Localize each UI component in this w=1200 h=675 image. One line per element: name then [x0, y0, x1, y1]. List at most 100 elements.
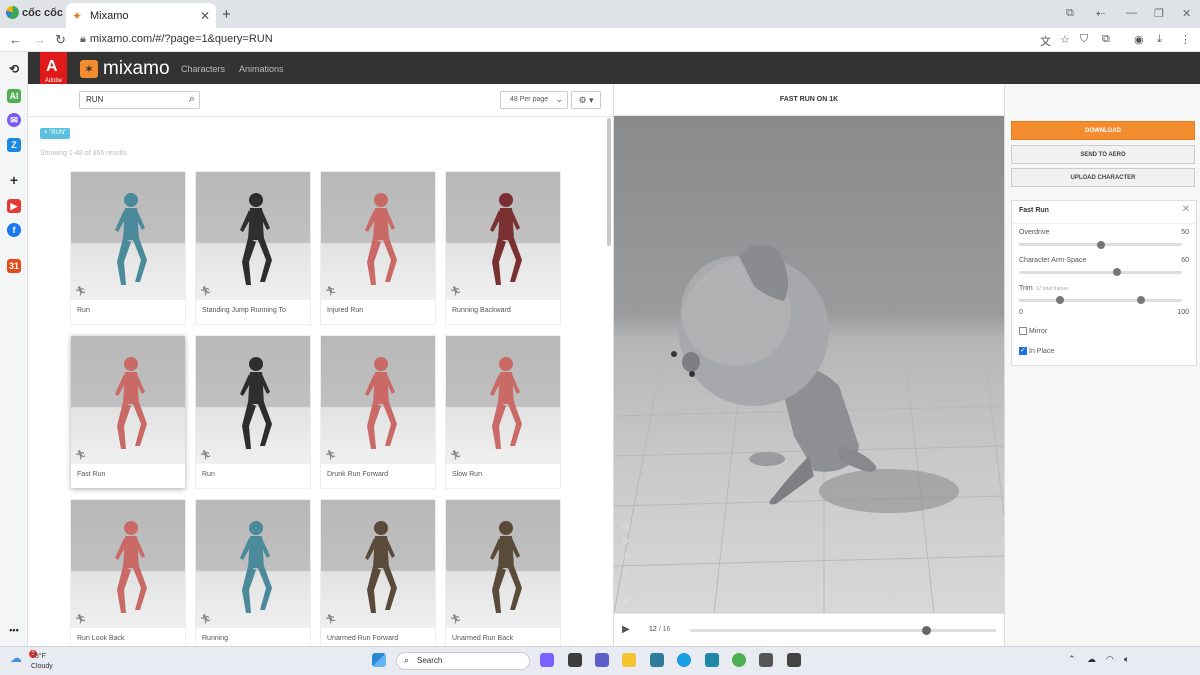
- back-forward-cache-icon[interactable]: ⇠: [1096, 7, 1105, 20]
- running-figure-icon: 🏃︎: [450, 286, 462, 296]
- pan-icon[interactable]: ✛: [622, 551, 636, 562]
- nav-animations[interactable]: Animations: [239, 64, 284, 74]
- light-icon[interactable]: ◌: [622, 581, 636, 591]
- animation-card[interactable]: 🏃︎ Slow Run: [446, 336, 560, 488]
- trim-end-handle[interactable]: [1137, 296, 1146, 304]
- teams-icon[interactable]: [595, 653, 609, 667]
- reload-icon[interactable]: ↻: [55, 32, 66, 48]
- results-scrollbar-thumb[interactable]: [607, 118, 611, 246]
- send-to-aero-button[interactable]: SEND TO AERO: [1011, 145, 1195, 164]
- profile-icon[interactable]: ◉: [1134, 33, 1144, 46]
- wifi-icon[interactable]: ◠: [1106, 654, 1114, 665]
- shield-icon[interactable]: ⛉: [1080, 33, 1088, 46]
- trim-start-handle[interactable]: [1055, 296, 1064, 304]
- animation-card[interactable]: 🏃︎ Fast Run: [71, 336, 185, 488]
- animation-card[interactable]: 🏃︎ Injured Run: [321, 172, 435, 324]
- window-close-icon[interactable]: ✕: [1182, 7, 1191, 20]
- animation-card[interactable]: 🏃︎ Unarmed Run Back: [446, 500, 560, 646]
- timeline-track[interactable]: [690, 629, 996, 632]
- search-input[interactable]: RUN ⌕: [79, 91, 200, 109]
- history-icon[interactable]: ⟲: [7, 62, 21, 76]
- in-place-checkbox[interactable]: ✓: [1019, 347, 1027, 355]
- character-figure: [490, 193, 522, 285]
- animation-card[interactable]: 🏃︎ Running: [196, 500, 310, 646]
- settings-dropdown[interactable]: ⚙ ▾: [571, 91, 601, 109]
- start-icon[interactable]: [372, 653, 386, 667]
- 3d-viewport[interactable]: ◍ ⟳ ✛ ⊕ ◌ ▣: [614, 116, 1004, 613]
- close-tab-icon[interactable]: ✕: [200, 9, 210, 23]
- animation-card[interactable]: 🏃︎ Run: [196, 336, 310, 488]
- trim-label-text: Trim: [1019, 285, 1033, 292]
- timeline-handle[interactable]: [921, 626, 931, 635]
- animation-card[interactable]: 🏃︎ Standing Jump Running To: [196, 172, 310, 324]
- facebook-icon[interactable]: f: [7, 223, 21, 237]
- close-icon[interactable]: ✕: [1182, 204, 1190, 215]
- mixamo-logo-text: mixamo: [103, 58, 170, 79]
- overdrive-slider-handle[interactable]: [1096, 241, 1105, 249]
- animation-card-label: Running: [202, 635, 229, 642]
- animation-card[interactable]: 🏃︎ Drunk Run Forward: [321, 336, 435, 488]
- download-icon[interactable]: ⤓: [1157, 33, 1162, 46]
- per-page-select[interactable]: 48 Per page ⌄: [500, 91, 568, 109]
- add-app-icon[interactable]: +: [7, 173, 21, 187]
- camera-icon[interactable]: ▣: [622, 595, 636, 606]
- animation-card[interactable]: 🏃︎ Unarmed Run Forward: [321, 500, 435, 646]
- upload-character-button[interactable]: UPLOAD CHARACTER: [1011, 168, 1195, 187]
- bookmark-star-icon[interactable]: ☆: [1060, 33, 1070, 46]
- animation-card[interactable]: 🏃︎ Run: [71, 172, 185, 324]
- browser-brand: cốc cốc: [6, 6, 63, 19]
- youtube-icon[interactable]: ▶: [7, 199, 21, 213]
- translate-icon[interactable]: 文: [1040, 33, 1051, 49]
- new-tab-icon[interactable]: +: [222, 6, 231, 23]
- url-field[interactable]: 🔒︎ mixamo.com/#/?page=1&query=RUN: [80, 33, 273, 46]
- ai-icon[interactable]: AI: [7, 89, 21, 103]
- store-icon[interactable]: [650, 653, 664, 667]
- character-figure: [240, 357, 272, 449]
- tray-chevron-icon[interactable]: ⌃: [1068, 654, 1076, 665]
- edge-icon[interactable]: [677, 653, 691, 667]
- volume-icon[interactable]: 🔈︎: [1124, 654, 1129, 665]
- back-icon[interactable]: ←: [9, 32, 22, 47]
- unity-icon[interactable]: [759, 653, 773, 667]
- trim-slider[interactable]: [1019, 299, 1182, 302]
- play-icon[interactable]: ▶: [622, 624, 630, 635]
- rotate-icon[interactable]: ⟳: [622, 536, 636, 547]
- coccoc-taskbar-icon[interactable]: [732, 653, 746, 667]
- onedrive-icon[interactable]: ☁: [1087, 654, 1096, 665]
- restore-icon[interactable]: ❐: [1154, 7, 1164, 20]
- arm-space-slider-handle[interactable]: [1112, 268, 1121, 276]
- mixamo-logo[interactable]: ✶ mixamo: [80, 58, 170, 80]
- forward-icon[interactable]: →: [33, 32, 46, 47]
- trim-note: 17 total frames: [1035, 286, 1069, 292]
- download-button[interactable]: DOWNLOAD: [1011, 121, 1195, 140]
- animation-card[interactable]: 🏃︎ Run Look Back: [71, 500, 185, 646]
- zalo-icon[interactable]: Z: [7, 138, 21, 152]
- weather-condition: Cloudy: [31, 663, 53, 670]
- widgets-icon[interactable]: [540, 653, 554, 667]
- menu-icon[interactable]: ⋮: [1180, 33, 1191, 46]
- animation-thumbnail: 🏃︎: [71, 172, 185, 300]
- filter-tag-run[interactable]: × "RUN": [40, 128, 71, 139]
- reset-view-icon[interactable]: ◍: [622, 521, 636, 532]
- task-view-icon[interactable]: [568, 653, 582, 667]
- animation-properties: Fast Run ✕ Overdrive 50 Character Arm-Sp…: [1011, 200, 1197, 366]
- maya-icon[interactable]: [705, 653, 719, 667]
- zoom-icon[interactable]: ⊕: [622, 566, 636, 577]
- calendar-icon[interactable]: 31: [7, 259, 21, 273]
- arm-space-slider[interactable]: [1019, 271, 1182, 274]
- running-figure-icon: 🏃︎: [75, 450, 87, 460]
- minimize-icon[interactable]: —: [1126, 7, 1137, 19]
- messenger-icon[interactable]: ✉: [7, 113, 21, 127]
- more-apps-icon[interactable]: •••: [7, 623, 21, 637]
- app-icon[interactable]: [787, 653, 801, 667]
- tab-search-icon[interactable]: ⧉: [1066, 7, 1074, 20]
- tab-mixamo[interactable]: ✦ Mixamo ✕: [66, 3, 216, 28]
- search-icon[interactable]: ⌕: [189, 93, 195, 106]
- taskbar-search[interactable]: ⌕ Search: [396, 652, 530, 670]
- animation-card[interactable]: 🏃︎ Running Backward: [446, 172, 560, 324]
- mirror-checkbox[interactable]: [1019, 327, 1027, 335]
- results-count: Showing 1-48 of 365 results: [40, 150, 127, 157]
- extensions-icon[interactable]: ⧉: [1102, 33, 1110, 46]
- file-explorer-icon[interactable]: [622, 653, 636, 667]
- nav-characters[interactable]: Characters: [181, 64, 225, 74]
